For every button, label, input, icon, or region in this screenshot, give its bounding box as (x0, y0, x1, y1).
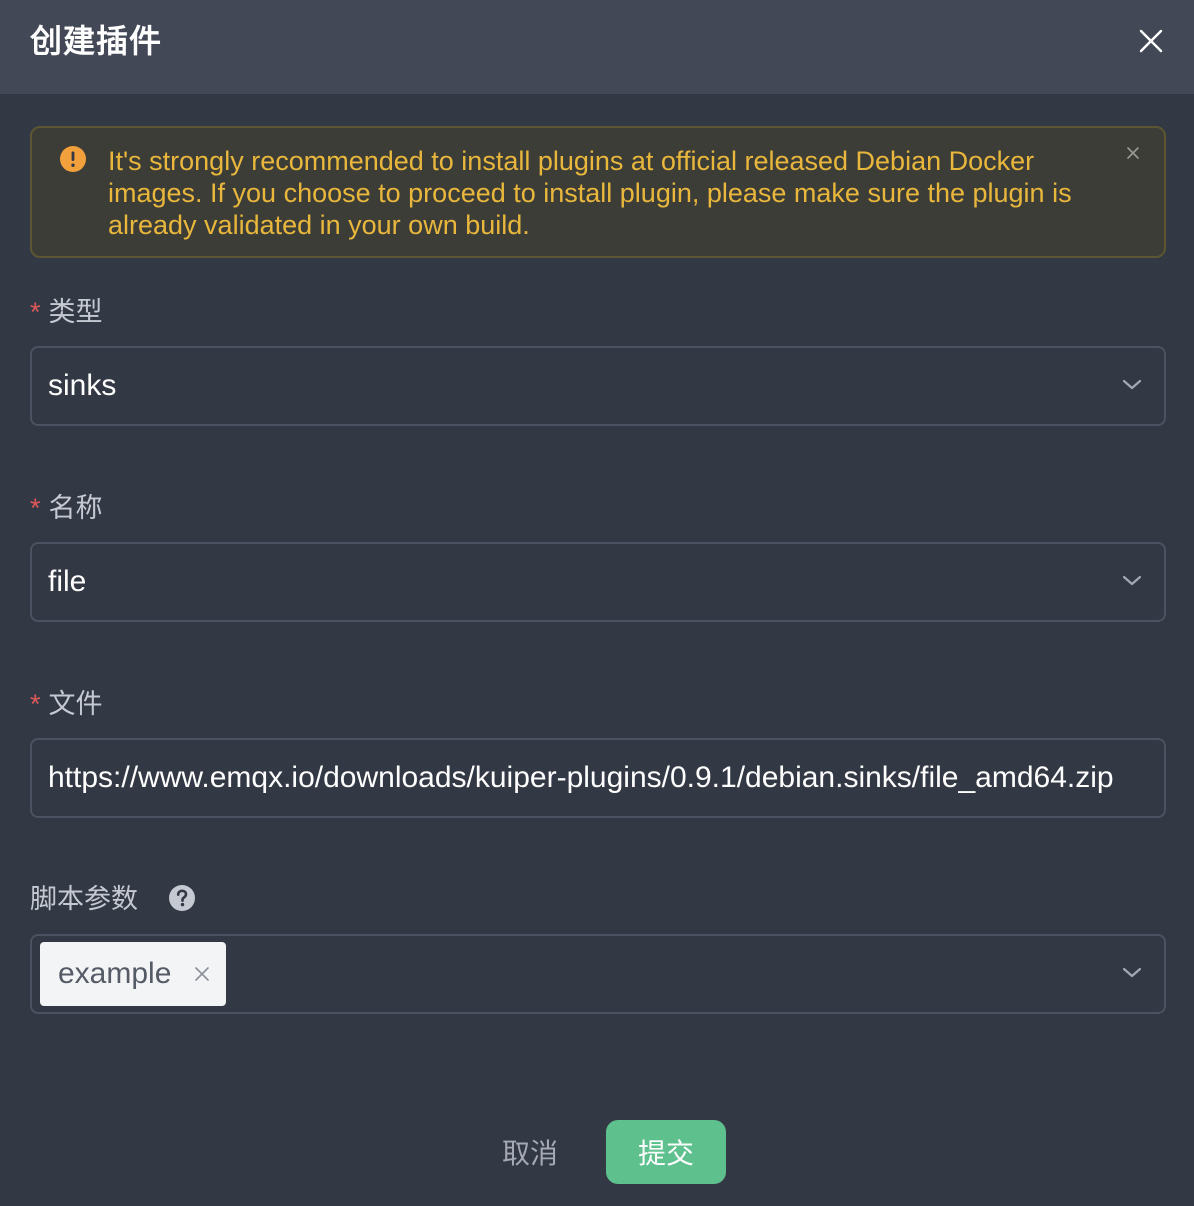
script-params-label: 脚本参数 (30, 884, 138, 915)
name-select-value: file (48, 565, 87, 598)
cancel-button[interactable]: 取消 (480, 1120, 580, 1184)
script-param-tag: example (40, 942, 226, 1006)
type-label-text: 类型 (48, 297, 103, 328)
name-select[interactable]: file (30, 542, 1166, 622)
name-label-text: 名称 (48, 493, 103, 524)
file-url-viewport: https://www.emqx.io/downloads/kuiper-plu… (48, 740, 1150, 816)
required-mark: * (30, 493, 41, 523)
script-params-select[interactable]: example (30, 934, 1166, 1014)
required-mark: * (30, 689, 41, 719)
warning-alert: It's strongly recommended to install plu… (30, 126, 1166, 258)
submit-button[interactable]: 提交 (606, 1120, 726, 1184)
tag-close-icon[interactable] (194, 966, 210, 982)
file-url-input[interactable]: https://www.emqx.io/downloads/kuiper-plu… (30, 738, 1166, 818)
chevron-down-icon (1122, 967, 1142, 978)
type-label: * 类型 (30, 296, 103, 329)
close-icon[interactable] (1136, 26, 1166, 56)
dialog-header: 创建插件 (0, 0, 1194, 94)
chevron-down-icon (1122, 575, 1142, 586)
type-select[interactable]: sinks (30, 346, 1166, 426)
name-label: * 名称 (30, 492, 103, 525)
file-url-value: https://www.emqx.io/downloads/kuiper-plu… (48, 761, 1114, 794)
question-icon[interactable] (168, 884, 196, 912)
create-plugin-dialog: 创建插件 It's strongly recommended to instal… (0, 0, 1194, 1206)
dialog-title: 创建插件 (30, 22, 163, 60)
type-select-value: sinks (48, 369, 117, 402)
alert-message: It's strongly recommended to install plu… (108, 146, 1072, 240)
chevron-down-icon (1122, 379, 1142, 390)
file-label-text: 文件 (48, 689, 103, 720)
alert-close-icon[interactable] (1124, 144, 1142, 162)
required-mark: * (30, 297, 41, 327)
file-label: * 文件 (30, 688, 103, 721)
warning-icon (60, 146, 86, 172)
script-param-tag-label: example (58, 957, 172, 990)
